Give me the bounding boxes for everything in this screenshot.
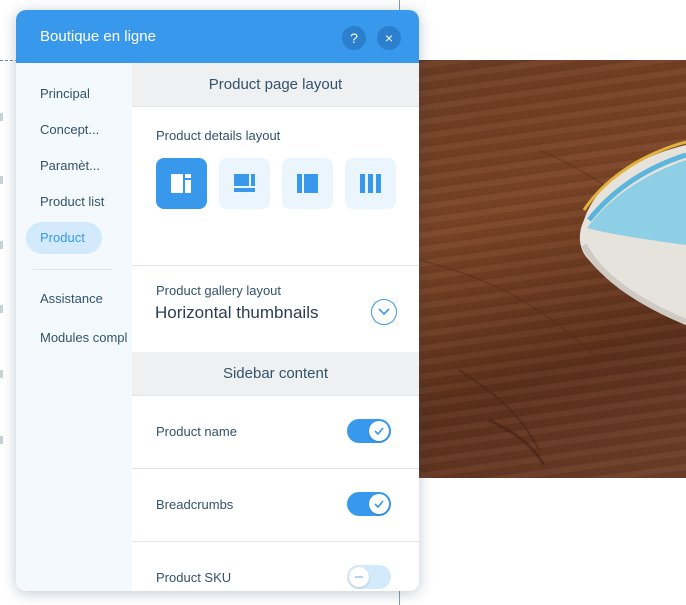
help-icon: ? [350, 30, 358, 46]
layout-option-left-image[interactable] [156, 158, 207, 209]
check-icon [374, 500, 384, 508]
check-icon [374, 427, 384, 435]
sidebar-item-principal[interactable]: Principal [26, 78, 90, 110]
ruler-tick [0, 370, 3, 378]
product-page-layout-header: Product page layout [132, 63, 419, 107]
layout-option-top-image[interactable] [219, 158, 270, 209]
ruler-tick [0, 176, 3, 184]
settings-sidebar: Principal Concept... Paramèt... Product … [16, 63, 132, 591]
ruler-tick [0, 436, 3, 444]
minus-icon [355, 576, 363, 578]
toggle-knob [369, 421, 389, 441]
sidebar-item-product[interactable]: Product [26, 222, 102, 254]
gallery-layout-select[interactable]: Horizontal thumbnails [155, 303, 318, 323]
section-divider [132, 265, 419, 266]
details-layout-label: Product details layout [156, 128, 281, 143]
toggle-label-product-name: Product name [156, 424, 237, 439]
toggle-knob [349, 567, 369, 587]
toggle-label-breadcrumbs: Breadcrumbs [156, 497, 234, 512]
layout-option-center-image[interactable] [282, 158, 333, 209]
row-divider [132, 541, 419, 542]
layout-columns-icon [360, 174, 381, 193]
help-button[interactable]: ? [342, 26, 366, 50]
layout-top-image-icon [234, 174, 255, 192]
row-divider [132, 468, 419, 469]
layout-center-image-icon [297, 174, 318, 193]
gallery-layout-dropdown-button[interactable] [371, 299, 397, 325]
sidebar-item-parametres[interactable]: Paramèt... [26, 150, 100, 182]
sidebar-item-concept[interactable]: Concept... [26, 114, 99, 146]
product-name-toggle[interactable] [347, 419, 391, 443]
settings-content: Product page layout Product details layo… [132, 63, 419, 591]
layout-option-columns[interactable] [345, 158, 396, 209]
product-photo[interactable] [419, 60, 686, 478]
ruler-tick [0, 305, 3, 313]
product-sku-toggle[interactable] [347, 565, 391, 589]
sidebar-content-header: Sidebar content [132, 352, 419, 396]
chevron-down-icon [378, 308, 390, 316]
sidebar-divider [33, 269, 113, 270]
ruler-tick [0, 241, 3, 249]
toggle-label-product-sku: Product SKU [156, 570, 232, 585]
sidebar-item-assistance[interactable]: Assistance [26, 283, 103, 315]
panel-header: Boutique en ligne ? × [16, 10, 419, 63]
close-icon: × [384, 30, 394, 46]
toggle-knob [369, 494, 389, 514]
ruler-tick [0, 113, 3, 121]
layout-left-image-icon [171, 174, 191, 193]
gallery-layout-label: Product gallery layout [156, 283, 282, 298]
sidebar-item-product-list[interactable]: Product list [26, 186, 104, 218]
close-button[interactable]: × [377, 26, 401, 50]
sidebar-item-modules[interactable]: Modules compl [26, 322, 127, 354]
breadcrumbs-toggle[interactable] [347, 492, 391, 516]
settings-panel: Boutique en ligne ? × Principal Concept.… [16, 10, 419, 591]
panel-title: Boutique en ligne [40, 28, 156, 45]
